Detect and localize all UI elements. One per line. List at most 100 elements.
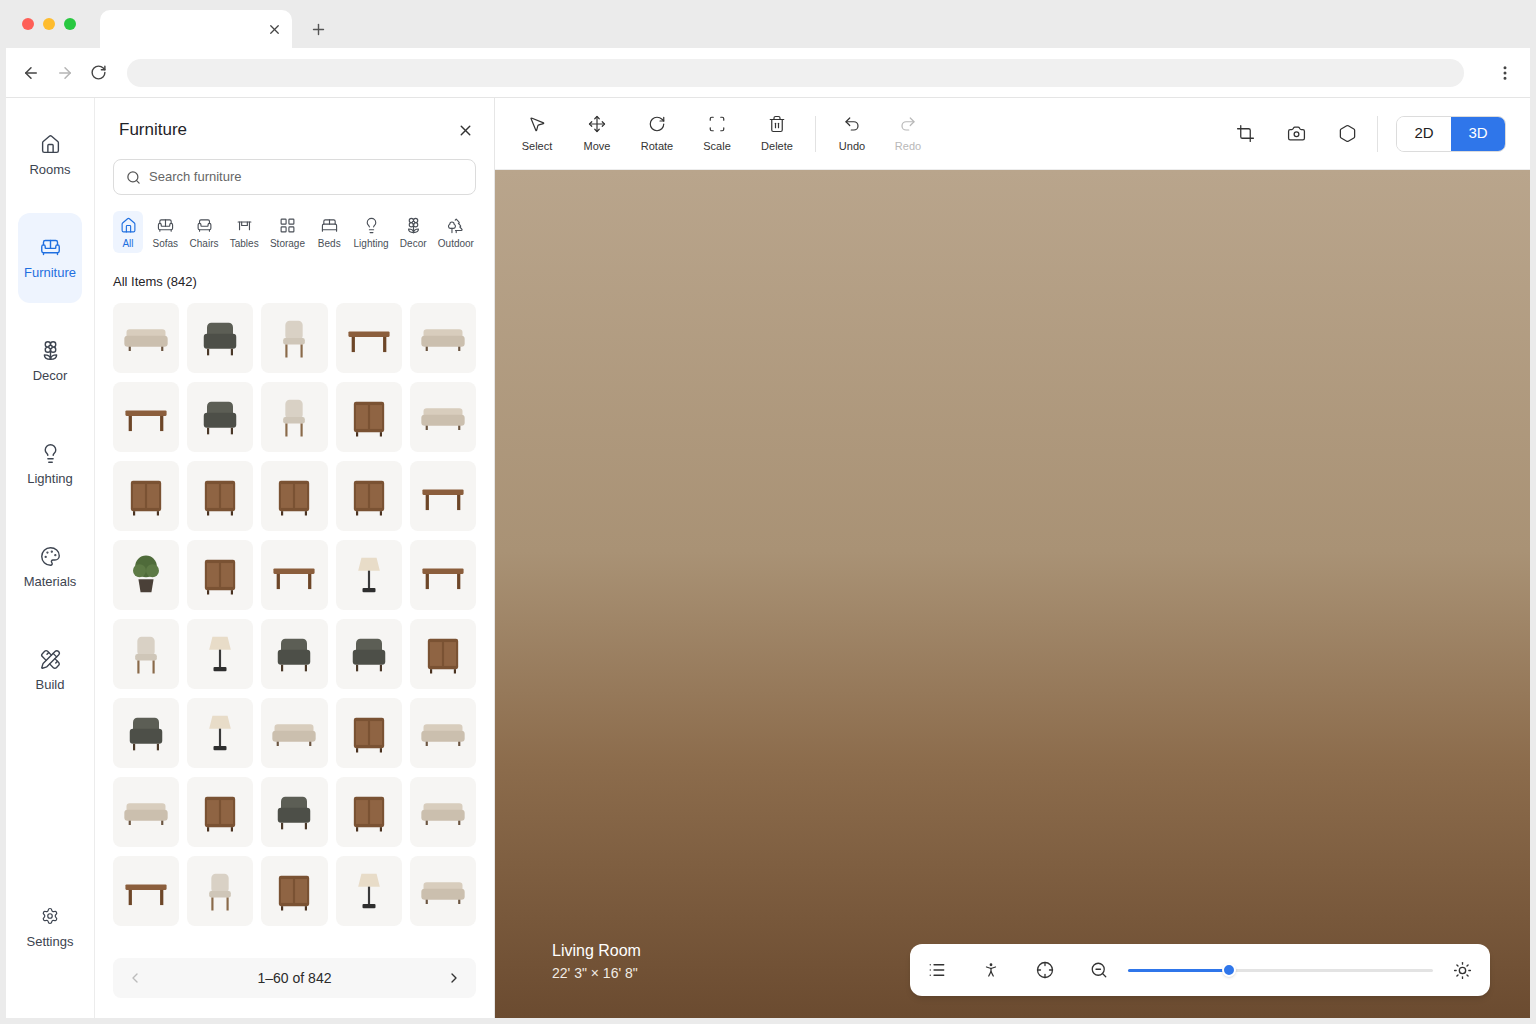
list-icon[interactable] [928,961,946,979]
nav-item[interactable]: Lighting [18,419,82,509]
furniture-item[interactable] [187,777,253,847]
brightness-icon[interactable] [1453,961,1472,980]
furniture-item[interactable] [410,303,476,373]
furniture-item[interactable] [187,540,253,610]
camera-icon[interactable] [1287,124,1306,143]
address-bar[interactable] [127,59,1464,87]
tool-button[interactable]: Move [567,115,627,152]
category-tab[interactable]: Beds [314,211,344,253]
cabinet-image-icon [268,865,320,917]
furniture-item[interactable] [410,382,476,452]
nav-item[interactable]: Furniture [18,213,82,303]
furniture-item[interactable] [113,856,179,926]
furniture-item[interactable] [336,382,402,452]
cabinet-image-icon [194,786,246,838]
tool-button[interactable]: Rotate [627,115,687,152]
furniture-item[interactable] [336,303,402,373]
panel-header: Furniture [113,118,476,142]
close-tab-icon[interactable] [267,22,282,37]
nav-item[interactable]: Build [18,625,82,715]
category-tab[interactable]: Outdoor [436,211,476,253]
nav-item[interactable]: Rooms [18,110,82,200]
history-button[interactable]: Undo [824,115,880,152]
cabinet-image-icon [343,470,395,522]
nav-item[interactable]: Settings [18,907,82,948]
search-field[interactable]: Search furniture [113,159,476,195]
furniture-item[interactable] [336,856,402,926]
tool-button[interactable]: Delete [747,115,807,152]
view-mode-button[interactable]: 3D [1451,117,1505,151]
furniture-item[interactable] [261,777,327,847]
nav-item[interactable]: Decor [18,316,82,406]
furniture-item[interactable] [410,856,476,926]
view-mode-button[interactable]: 2D [1397,117,1451,151]
viewport-3d[interactable]: Living Room22' 3" × 16' 8" [495,170,1530,1018]
sofa-image-icon [268,707,320,759]
furniture-item[interactable] [261,698,327,768]
furniture-item[interactable] [187,461,253,531]
furniture-item[interactable] [410,540,476,610]
furniture-item[interactable] [187,698,253,768]
furniture-item[interactable] [187,303,253,373]
furniture-item[interactable] [410,619,476,689]
render-icon[interactable] [1338,124,1357,143]
furniture-item[interactable] [336,619,402,689]
sofa-icon [40,237,61,258]
browser-menu-icon[interactable] [1496,64,1514,82]
zoom-slider-thumb[interactable] [1222,963,1236,977]
minimize-window-button[interactable] [43,18,55,30]
furniture-item[interactable] [187,619,253,689]
target-icon[interactable] [1036,961,1054,979]
furniture-item[interactable] [113,461,179,531]
tool-button[interactable]: Scale [687,115,747,152]
furniture-item[interactable] [261,856,327,926]
table-image-icon [417,470,469,522]
category-tab[interactable]: Sofas [150,211,180,253]
furniture-item[interactable] [261,382,327,452]
frame-icon[interactable] [1236,124,1255,143]
nav-item[interactable]: Materials [18,522,82,612]
furniture-item[interactable] [113,540,179,610]
furniture-item[interactable] [336,777,402,847]
furniture-item[interactable] [261,303,327,373]
furniture-item[interactable] [410,777,476,847]
zoom-slider[interactable] [1128,963,1433,977]
lamp-image-icon [343,549,395,601]
furniture-item[interactable] [336,698,402,768]
zoom-out-icon[interactable] [1090,961,1108,979]
furniture-item[interactable] [410,698,476,768]
armchair-image-icon [194,312,246,364]
back-icon[interactable] [22,64,40,82]
category-tab[interactable]: Decor [398,211,429,253]
reload-icon[interactable] [90,64,107,81]
category-tab[interactable]: Chairs [188,211,221,253]
previous-page-icon[interactable] [127,970,143,986]
person-icon[interactable] [982,961,1000,979]
category-tab[interactable]: All [113,211,143,253]
close-panel-icon[interactable] [457,122,474,139]
forward-icon[interactable] [56,64,74,82]
furniture-item[interactable] [261,461,327,531]
furniture-item[interactable] [187,382,253,452]
category-tab[interactable]: Storage [268,211,307,253]
category-tab[interactable]: Lighting [352,211,391,253]
next-page-icon[interactable] [446,970,462,986]
maximize-window-button[interactable] [64,18,76,30]
tool-button[interactable]: Select [507,115,567,152]
category-tab[interactable]: Tables [228,211,261,253]
furniture-item[interactable] [261,619,327,689]
close-window-button[interactable] [22,18,34,30]
furniture-item[interactable] [113,303,179,373]
furniture-item[interactable] [113,382,179,452]
history-button[interactable]: Redo [880,115,936,152]
furniture-item[interactable] [336,540,402,610]
furniture-item[interactable] [187,856,253,926]
furniture-item[interactable] [336,461,402,531]
furniture-item[interactable] [113,698,179,768]
furniture-item[interactable] [410,461,476,531]
furniture-item[interactable] [113,619,179,689]
furniture-item[interactable] [113,777,179,847]
furniture-item[interactable] [261,540,327,610]
new-tab-icon[interactable] [310,21,327,38]
browser-tab[interactable] [100,10,292,48]
